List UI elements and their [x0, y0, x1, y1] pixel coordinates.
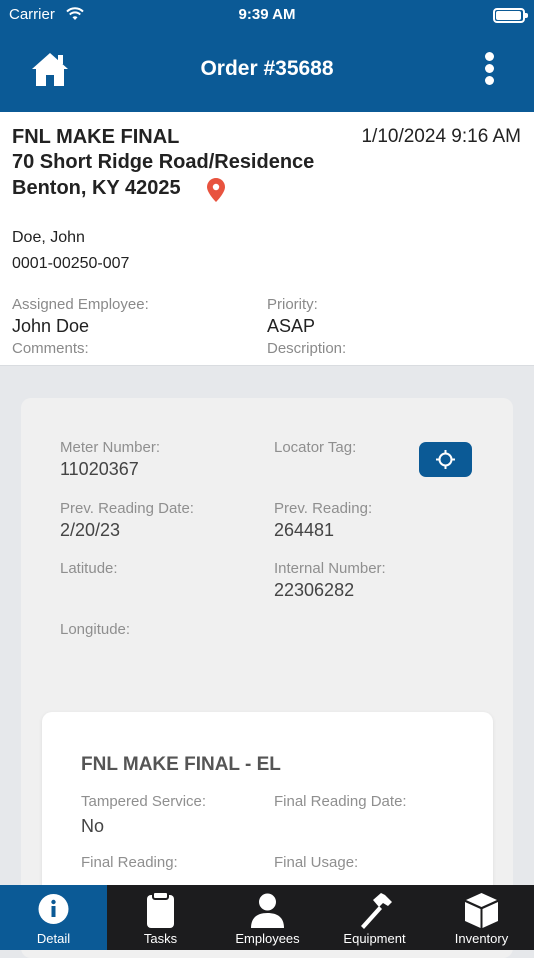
tab-label: Equipment: [343, 931, 406, 946]
tampered-service-value[interactable]: No: [81, 816, 104, 837]
tab-inventory[interactable]: Inventory: [428, 885, 534, 950]
more-options-icon[interactable]: [482, 52, 496, 88]
comments-label: Comments:: [12, 340, 89, 357]
order-type: FNL MAKE FINAL: [12, 126, 180, 148]
status-bar: Carrier 9:39 AM: [0, 4, 534, 26]
prev-reading-date-value: 2/20/23: [60, 520, 121, 540]
tab-detail[interactable]: Detail: [0, 885, 107, 950]
tab-label: Employees: [235, 931, 300, 946]
tab-bar: Detail Tasks Employees Equipment Invento…: [0, 885, 534, 950]
crosshair-icon: [436, 450, 455, 469]
order-info-section: FNL MAKE FINAL 1/10/2024 9:16 AM 70 Shor…: [0, 112, 534, 366]
prev-reading-date-label: Prev. Reading Date:: [60, 500, 194, 517]
final-reading-label: Final Reading:: [81, 854, 178, 871]
internal-number-label: Internal Number:: [274, 560, 386, 577]
tampered-service-label: Tampered Service:: [81, 793, 207, 810]
tab-tasks[interactable]: Tasks: [107, 885, 214, 950]
tab-employees[interactable]: Employees: [214, 885, 321, 950]
final-reading-date-label: Final Reading Date:: [274, 793, 407, 810]
clipboard-icon: [147, 891, 174, 928]
meter-number-value: 11020367: [60, 459, 139, 479]
locate-button[interactable]: [419, 442, 472, 477]
address-line2: Benton, KY 42025: [12, 177, 181, 199]
hammer-icon: [361, 893, 392, 929]
order-date: 1/10/2024 9:16 AM: [361, 126, 521, 147]
priority-value: ASAP: [267, 316, 316, 336]
box-icon: [465, 893, 498, 928]
clock: 9:39 AM: [238, 6, 296, 23]
tab-label: Tasks: [143, 931, 178, 946]
assigned-employee-label: Assigned Employee:: [12, 296, 149, 313]
info-icon: [38, 894, 69, 924]
tab-label: Detail: [36, 931, 71, 946]
meter-card: Meter Number: 11020367 Locator Tag: Prev…: [21, 398, 513, 958]
account-number: 0001-00250-007: [12, 255, 130, 272]
description-label: Description:: [267, 340, 347, 357]
person-icon: [251, 893, 284, 928]
tab-label: Inventory: [454, 931, 509, 946]
customer-name: Doe, John: [12, 229, 85, 246]
address-line1: 70 Short Ridge Road/Residence: [12, 151, 315, 173]
locator-tag-label: Locator Tag:: [274, 439, 357, 456]
final-usage-label: Final Usage:: [274, 854, 359, 871]
priority-label: Priority:: [267, 296, 318, 313]
tab-equipment[interactable]: Equipment: [321, 885, 428, 950]
prev-reading-label: Prev. Reading:: [274, 500, 373, 517]
app-header: Carrier 9:39 AM Order #35688: [0, 0, 534, 112]
internal-number-value: 22306282: [274, 580, 355, 600]
prev-reading-value: 264481: [274, 520, 335, 540]
map-pin-icon[interactable]: [207, 178, 225, 202]
assigned-employee-value: John Doe: [12, 316, 90, 336]
final-card-title: FNL MAKE FINAL - EL: [81, 754, 281, 775]
page-title: Order #35688: [200, 57, 334, 80]
latitude-label: Latitude:: [60, 560, 118, 577]
longitude-label: Longitude:: [60, 621, 131, 638]
battery-icon: [493, 8, 528, 23]
meter-number-label: Meter Number:: [60, 439, 161, 456]
